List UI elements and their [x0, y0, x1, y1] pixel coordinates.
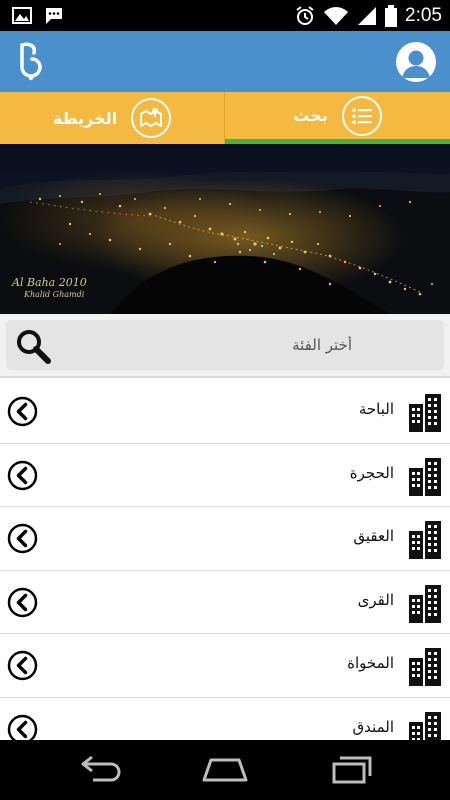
wifi-icon: [324, 6, 349, 25]
list-item-label: الحجرة: [349, 463, 394, 482]
recent-apps-icon[interactable]: [328, 754, 376, 786]
app-logo[interactable]: [14, 41, 50, 81]
status-bar: 2:05: [0, 0, 450, 31]
list-item-label: القرى: [357, 590, 394, 609]
category-search-input[interactable]: [66, 332, 352, 358]
building-icon: [409, 711, 441, 740]
tab-bar: الخريطة بحث: [0, 92, 450, 144]
list-item[interactable]: المندق: [0, 697, 450, 741]
app-bar: [0, 31, 450, 92]
home-icon[interactable]: [201, 754, 249, 786]
chevron-left-icon[interactable]: [7, 650, 38, 681]
building-icon: [409, 648, 441, 686]
list-item-label: المندق: [352, 717, 394, 736]
photo-watermark-author: Khalid Ghamdi: [24, 290, 85, 299]
chevron-left-icon[interactable]: [7, 460, 38, 491]
building-icon: [409, 457, 441, 496]
chevron-left-icon[interactable]: [7, 523, 38, 554]
building-icon: [409, 584, 441, 623]
map-icon: [131, 98, 172, 138]
category-list: الباحة الحجرة العقيق القرى المخواة المند…: [0, 380, 450, 740]
battery-icon: [385, 4, 398, 27]
alarm-icon: [296, 5, 314, 25]
signal-icon: [358, 6, 377, 25]
list-item-label: المخواة: [347, 654, 394, 672]
chevron-left-icon[interactable]: [7, 587, 38, 618]
building-icon: [409, 521, 441, 559]
chevron-left-icon[interactable]: [7, 714, 38, 741]
list-item[interactable]: الباحة: [0, 380, 450, 444]
search-icon[interactable]: [14, 328, 54, 364]
list-item[interactable]: المخواة: [0, 634, 450, 698]
list-item[interactable]: القرى: [0, 570, 450, 634]
screen: 2:05 الخريطة بحث Al Baha 2010 Khalid Gha…: [0, 0, 450, 800]
hero-image: Al Baha 2010 Khalid Ghamdi: [0, 144, 450, 314]
back-icon[interactable]: [77, 754, 125, 786]
building-icon: [409, 394, 441, 432]
image-notification-icon: [12, 7, 32, 24]
tab-search-label: بحث: [293, 106, 328, 125]
system-nav-bar: [0, 740, 450, 800]
profile-button[interactable]: [396, 42, 436, 82]
status-time: 2:05: [405, 4, 442, 26]
chevron-left-icon[interactable]: [7, 396, 38, 427]
list-item[interactable]: العقيق: [0, 507, 450, 571]
photo-watermark: Al Baha 2010 Khalid Ghamdi: [12, 277, 87, 301]
tab-map[interactable]: الخريطة: [0, 92, 225, 144]
chat-notification-icon: [46, 8, 62, 24]
photo-watermark-title: Al Baha 2010: [12, 276, 87, 289]
list-item[interactable]: الحجرة: [0, 443, 450, 507]
search-box: [6, 320, 444, 370]
category-search-bar: [0, 314, 450, 378]
tab-map-label: الخريطة: [52, 108, 118, 128]
profile-icon: [402, 50, 430, 78]
tab-search[interactable]: بحث: [225, 92, 450, 144]
list-item-label: الباحة: [358, 400, 394, 418]
list-item-label: العقيق: [353, 527, 394, 545]
list-icon: [341, 95, 382, 136]
